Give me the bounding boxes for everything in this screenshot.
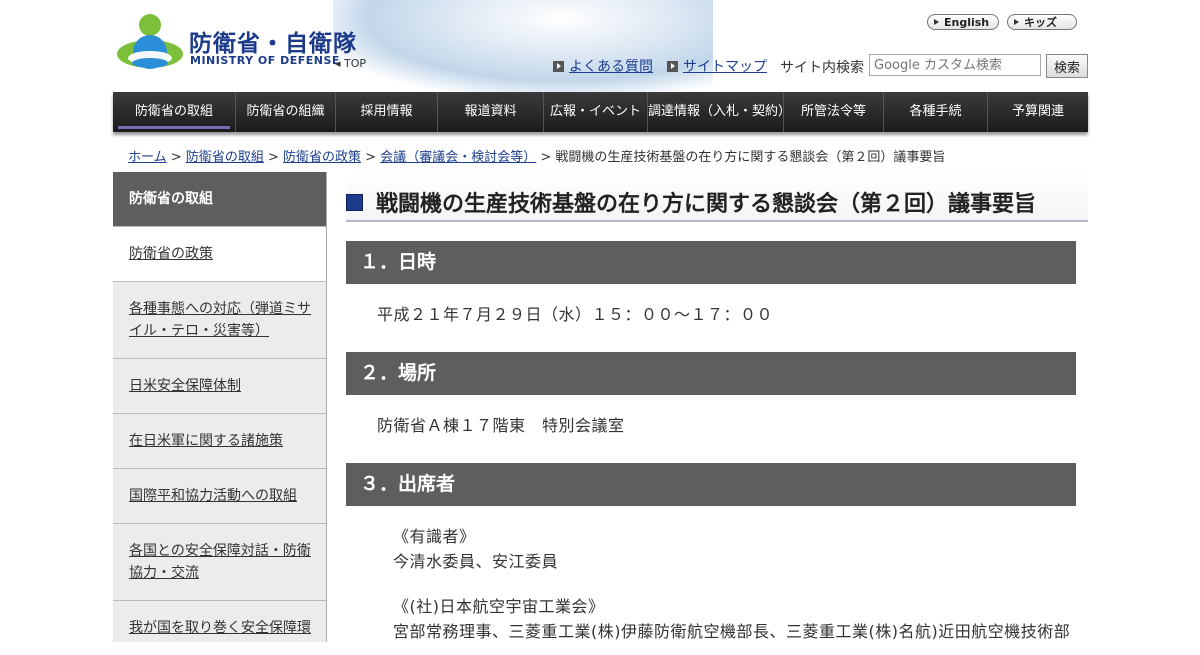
sidebar: 防衛省の取組 防衛省の政策 各種事態への対応（弾道ミサイル・テロ・災害等） 日米…	[113, 172, 327, 642]
breadcrumb: ホーム > 防衛省の取組 > 防衛省の政策 > 会議（審議会・検討会等） > 戦…	[128, 146, 945, 165]
sidebar-item-label[interactable]: 各国との安全保障対話・防衛協力・交流	[129, 543, 311, 581]
gnav-item-procedures[interactable]: 各種手続	[883, 92, 987, 132]
logo-english-text[interactable]: MINISTRY OF DEFENSE	[190, 54, 340, 67]
breadcrumb-home[interactable]: ホーム	[128, 150, 167, 165]
search-label: サイト内検索	[780, 60, 864, 76]
sidebar-item-usfj-measures[interactable]: 在日米軍に関する諸施策	[113, 413, 326, 468]
sidebar-heading[interactable]: 防衛省の取組	[113, 172, 326, 226]
ministry-logo-icon[interactable]	[115, 12, 185, 74]
sidebar-item-security-dialogue[interactable]: 各国との安全保障対話・防衛協力・交流	[113, 523, 326, 600]
sidebar-item-japan-us-security[interactable]: 日米安全保障体制	[113, 358, 326, 413]
breadcrumb-policy[interactable]: 防衛省の政策	[283, 150, 361, 165]
top-link[interactable]: ◂ TOP	[335, 57, 366, 70]
location-text: 防衛省Ａ棟１７階東 特別会議室	[377, 416, 625, 435]
site-header: 防衛省・自衛隊 MINISTRY OF DEFENSE ◂ TOP Englis…	[113, 0, 1088, 92]
breadcrumb-separator: >	[365, 150, 377, 165]
sitemap-label: サイトマップ	[683, 59, 767, 75]
section-heading-location: ２．場所	[346, 352, 1076, 395]
section-heading-datetime: １．日時	[346, 241, 1076, 284]
sidebar-item-label[interactable]: 国際平和協力活動への取組	[129, 488, 297, 504]
header-globe-image	[333, 0, 713, 92]
kids-label: キッズ	[1024, 16, 1057, 29]
attendees-group-label: 《(社)日本航空宇宙工業会》	[393, 597, 605, 616]
gnav-item-budget[interactable]: 予算関連	[987, 92, 1088, 132]
breadcrumb-separator: >	[540, 150, 552, 165]
global-nav: 防衛省の取組 防衛省の組織 採用情報 報道資料 広報・イベント 調達情報（入札・…	[113, 92, 1088, 132]
english-button[interactable]: English	[927, 14, 999, 30]
sidebar-item-label[interactable]: 在日米軍に関する諸施策	[129, 433, 283, 449]
breadcrumb-initiatives[interactable]: 防衛省の取組	[186, 150, 264, 165]
breadcrumb-separator: >	[170, 150, 182, 165]
sidebar-item-contingency[interactable]: 各種事態への対応（弾道ミサイル・テロ・災害等）	[113, 281, 326, 358]
page-title-text: 戦闘機の生産技術基盤の在り方に関する懇談会（第２回）議事要旨	[376, 192, 1037, 217]
search-input[interactable]	[869, 54, 1041, 76]
logo-japanese-text[interactable]: 防衛省・自衛隊	[189, 24, 357, 58]
arrow-right-icon	[667, 61, 678, 72]
sidebar-item-label[interactable]: 各種事態への対応（弾道ミサイル・テロ・災害等）	[129, 301, 311, 339]
english-label: English	[944, 16, 990, 29]
gnav-item-pr-events[interactable]: 広報・イベント	[543, 92, 647, 132]
breadcrumb-meetings[interactable]: 会議（審議会・検討会等）	[380, 150, 536, 165]
attendees-text: 宮部常務理事、三菱重工業(株)伊藤防衛航空機部長、三菱重工業(株)名航)近田航空…	[393, 622, 1071, 641]
sidebar-item-label[interactable]: 我が国を取り巻く安全保障環	[129, 620, 311, 636]
sidebar-item-policy[interactable]: 防衛省の政策	[113, 226, 326, 281]
datetime-text: 平成２１年７月２９日（水）１５：００～１７：００	[377, 305, 774, 324]
gnav-item-procurement[interactable]: 調達情報（入札・契約）	[647, 92, 791, 132]
arrow-right-icon	[553, 61, 564, 72]
kids-button[interactable]: キッズ	[1007, 14, 1077, 30]
gnav-item-organization[interactable]: 防衛省の組織	[235, 92, 335, 132]
page-title: 戦闘機の生産技術基盤の在り方に関する懇談会（第２回）議事要旨	[346, 172, 1088, 222]
sidebar-item-security-environment[interactable]: 我が国を取り巻く安全保障環	[113, 600, 326, 655]
gnav-item-recruitment[interactable]: 採用情報	[335, 92, 437, 132]
main-content: 戦闘機の生産技術基盤の在り方に関する懇談会（第２回）議事要旨 １．日時 平成２１…	[346, 172, 1088, 641]
attendees-text: 今清水委員、安江委員	[393, 552, 559, 571]
gnav-item-laws[interactable]: 所管法令等	[783, 92, 883, 132]
breadcrumb-current: 戦闘機の生産技術基盤の在り方に関する懇談会（第２回）議事要旨	[555, 150, 946, 165]
gnav-item-press[interactable]: 報道資料	[437, 92, 543, 132]
sidebar-item-label[interactable]: 防衛省の政策	[129, 246, 213, 262]
faq-label: よくある質問	[569, 59, 653, 75]
gnav-item-initiatives[interactable]: 防衛省の取組	[113, 92, 235, 132]
arrow-right-icon	[1014, 19, 1019, 25]
attendees-group-label: 《有識者》	[393, 527, 476, 546]
title-square-icon	[346, 194, 363, 211]
section-heading-attendees: ３．出席者	[346, 463, 1076, 506]
arrow-right-icon	[934, 19, 939, 25]
faq-link[interactable]: よくある質問	[553, 56, 653, 76]
sitemap-link[interactable]: サイトマップ	[667, 56, 767, 76]
breadcrumb-separator: >	[267, 150, 279, 165]
search-button[interactable]: 検索	[1046, 54, 1088, 78]
sidebar-item-peace-cooperation[interactable]: 国際平和協力活動への取組	[113, 468, 326, 523]
sidebar-item-label[interactable]: 日米安全保障体制	[129, 378, 241, 394]
